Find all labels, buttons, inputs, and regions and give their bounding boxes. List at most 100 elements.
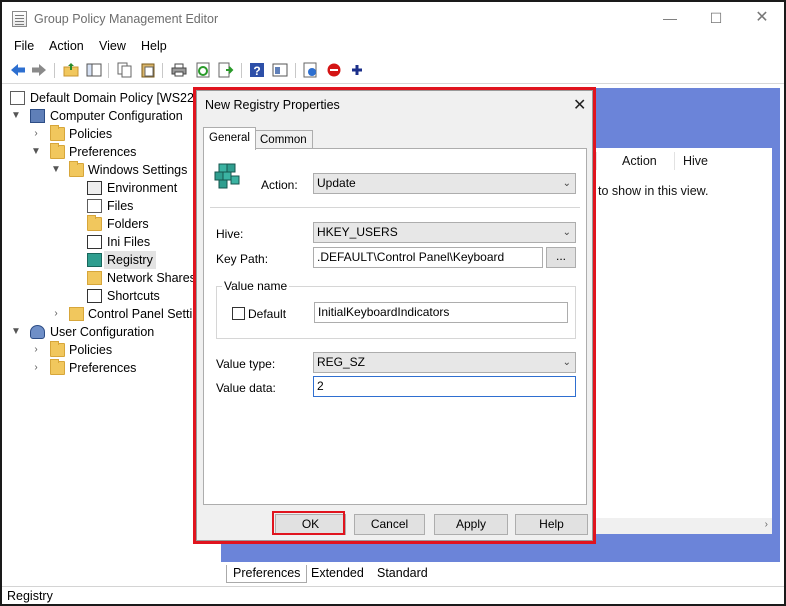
new-registry-properties-dialog: New Registry Properties ✕ General Common…: [196, 90, 593, 541]
import-icon[interactable]: [303, 62, 319, 78]
dialog-tabs: General Common: [203, 127, 587, 150]
tab-general[interactable]: General: [203, 127, 256, 150]
menu-action[interactable]: Action: [49, 39, 84, 53]
properties-icon[interactable]: [272, 62, 288, 78]
tree-item-folders[interactable]: Folders: [10, 215, 215, 233]
chevron-down-icon[interactable]: ▼: [10, 323, 22, 341]
browse-button[interactable]: ...: [546, 247, 576, 268]
disable-icon[interactable]: [326, 62, 342, 78]
column-separator: [674, 152, 675, 170]
tree-item-control-panel-settings[interactable]: › Control Panel Setting: [10, 305, 215, 323]
environment-icon: [87, 181, 102, 195]
tab-common[interactable]: Common: [254, 130, 313, 149]
menu-help[interactable]: Help: [141, 39, 167, 53]
show-hide-tree-icon[interactable]: [86, 62, 102, 78]
tree-item-user-configuration[interactable]: ▼ User Configuration: [10, 323, 215, 341]
chevron-down-icon[interactable]: ▼: [50, 161, 62, 179]
tree-item-label: Folders: [107, 217, 149, 231]
tree-item-user-preferences[interactable]: › Preferences: [10, 359, 215, 377]
folder-icon: [50, 125, 65, 141]
value-name-input[interactable]: InitialKeyboardIndicators: [314, 302, 568, 323]
control-panel-icon: [69, 307, 84, 321]
tree-item-network-shares[interactable]: Network Shares: [10, 269, 215, 287]
up-folder-icon[interactable]: [63, 62, 79, 78]
maximize-button[interactable]: ☐: [693, 2, 739, 34]
folder-icon: [50, 341, 65, 357]
default-checkbox[interactable]: [232, 307, 245, 320]
hive-dropdown[interactable]: HKEY_USERS ⌄: [313, 222, 576, 243]
tree-item-root[interactable]: Default Domain Policy [WS22DC: [10, 89, 215, 107]
help-button[interactable]: Help: [515, 514, 588, 535]
chevron-down-icon: ⌄: [562, 178, 571, 189]
app-icon: [12, 11, 27, 27]
action-dropdown[interactable]: Update ⌄: [313, 173, 576, 194]
value-name-group-label: Value name: [222, 279, 290, 293]
horizontal-scrollbar[interactable]: ›: [592, 518, 772, 534]
tree-item-environment[interactable]: Environment: [10, 179, 215, 197]
registry-icon: [87, 253, 102, 267]
print-icon[interactable]: [171, 62, 187, 78]
refresh-icon[interactable]: [195, 62, 211, 78]
value-data-input[interactable]: 2: [313, 376, 576, 397]
chevron-down-icon[interactable]: ▼: [30, 143, 42, 161]
chevron-down-icon[interactable]: ▼: [10, 107, 22, 125]
shortcut-icon: [87, 289, 102, 303]
close-button[interactable]: ✕: [739, 2, 784, 34]
user-icon: [30, 325, 45, 339]
tree-item-computer-configuration[interactable]: ▼ Computer Configuration: [10, 107, 215, 125]
tree-item-user-policies[interactable]: › Policies: [10, 341, 215, 359]
window-title: Group Policy Management Editor: [34, 12, 219, 26]
cancel-button[interactable]: Cancel: [354, 514, 425, 535]
chevron-right-icon[interactable]: ›: [30, 125, 42, 143]
status-text: Registry: [7, 589, 53, 603]
folder-icon: [50, 143, 65, 159]
chevron-right-icon[interactable]: ›: [30, 359, 42, 377]
tree-item-files[interactable]: Files: [10, 197, 215, 215]
value-type-dropdown[interactable]: REG_SZ ⌄: [313, 352, 576, 373]
scroll-right-icon[interactable]: ›: [765, 519, 768, 530]
tab-standard[interactable]: Standard: [371, 565, 434, 583]
dialog-close-button[interactable]: ✕: [573, 95, 586, 115]
tree-item-label: Computer Configuration: [50, 109, 183, 123]
action-value: Update: [317, 176, 356, 190]
minimize-button[interactable]: —: [647, 2, 693, 34]
value-type-label: Value type:: [216, 357, 276, 371]
tree-item-label: User Configuration: [50, 325, 155, 339]
toolbar-separator: [241, 63, 242, 78]
title-bar: Group Policy Management Editor — ☐ ✕: [2, 2, 784, 36]
help-icon[interactable]: ?: [249, 62, 265, 78]
extension-tabs: Preferences Extended Standard: [221, 564, 781, 584]
tree-item-preferences[interactable]: ▼ Preferences: [10, 143, 215, 161]
toolbar: ?: [2, 58, 784, 84]
export-icon[interactable]: [218, 62, 234, 78]
tab-preferences[interactable]: Preferences: [226, 565, 308, 583]
column-header-action[interactable]: Action: [622, 154, 657, 168]
svg-text:?: ?: [253, 64, 260, 78]
chevron-down-icon: ⌄: [562, 357, 571, 368]
add-icon[interactable]: [349, 62, 365, 78]
tree-item-registry[interactable]: Registry: [10, 251, 215, 269]
menu-view[interactable]: View: [99, 39, 126, 53]
key-path-input[interactable]: .DEFAULT\Control Panel\Keyboard: [313, 247, 543, 268]
hive-value: HKEY_USERS: [317, 225, 398, 239]
tree-item-policies[interactable]: › Policies: [10, 125, 215, 143]
action-label: Action:: [261, 178, 298, 192]
paste-icon[interactable]: [140, 62, 156, 78]
tree-root-label: Default Domain Policy [WS22DC: [30, 91, 213, 105]
value-type-value: REG_SZ: [317, 355, 366, 369]
status-bar: Registry: [2, 586, 784, 604]
key-path-label: Key Path:: [216, 252, 269, 266]
tree-item-ini-files[interactable]: Ini Files: [10, 233, 215, 251]
copy-icon[interactable]: [117, 62, 133, 78]
tab-extended[interactable]: Extended: [305, 565, 370, 583]
tree-item-label: Ini Files: [107, 235, 151, 249]
tree-item-shortcuts[interactable]: Shortcuts: [10, 287, 215, 305]
chevron-right-icon[interactable]: ›: [50, 305, 62, 323]
menu-file[interactable]: File: [14, 39, 34, 53]
back-icon[interactable]: [10, 62, 26, 78]
apply-button[interactable]: Apply: [434, 514, 508, 535]
column-header-hive[interactable]: Hive: [683, 154, 708, 168]
tree-item-windows-settings[interactable]: ▼ Windows Settings: [10, 161, 215, 179]
forward-icon[interactable]: [31, 62, 47, 78]
chevron-right-icon[interactable]: ›: [30, 341, 42, 359]
